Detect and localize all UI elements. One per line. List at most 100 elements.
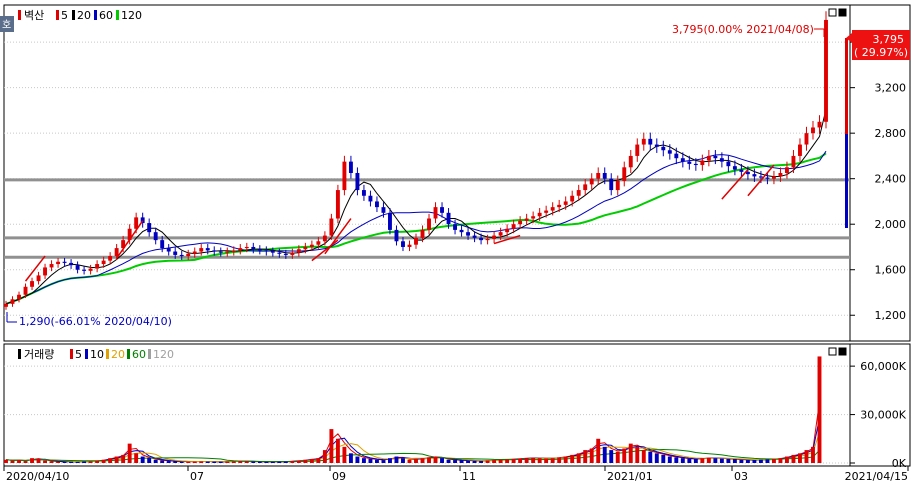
vol-legend-marker-ma120 bbox=[148, 349, 151, 359]
legend-marker-ma20 bbox=[72, 10, 75, 20]
volume-bar bbox=[361, 458, 366, 463]
volume-bar bbox=[264, 461, 269, 463]
volume-bar bbox=[69, 461, 74, 463]
candle-body bbox=[231, 250, 236, 252]
price-legend-ma60: 60 bbox=[99, 9, 113, 22]
candle-body bbox=[693, 163, 698, 166]
candle-body bbox=[570, 195, 575, 202]
volume-bar bbox=[791, 454, 796, 463]
volume-bar bbox=[153, 459, 158, 463]
volume-bar bbox=[114, 456, 119, 463]
volume-bar bbox=[322, 450, 327, 463]
volume-bar bbox=[427, 457, 431, 463]
volume-bar bbox=[381, 460, 386, 463]
volume-bar bbox=[147, 458, 152, 463]
volume-bar bbox=[329, 429, 334, 463]
volume-bar bbox=[446, 459, 451, 463]
price-ytick-label: 2,000 bbox=[875, 218, 907, 231]
volume-bar bbox=[583, 450, 588, 463]
volume-panel: 0K 30,000K 60,000K 거래량 5 10 20 60 120 bbox=[3, 343, 911, 470]
last-price-bar-down bbox=[845, 134, 848, 228]
volume-bar bbox=[654, 453, 659, 463]
volume-bar bbox=[4, 459, 8, 463]
volume-bar bbox=[407, 459, 412, 463]
candle-body bbox=[732, 166, 737, 170]
volume-bar bbox=[693, 458, 698, 463]
volume-panel-minimize-button[interactable] bbox=[828, 347, 837, 356]
candle-body bbox=[427, 218, 431, 230]
volume-bar bbox=[739, 459, 744, 463]
volume-bar bbox=[596, 438, 601, 463]
date-tick-label: 09 bbox=[332, 470, 346, 482]
volume-bar bbox=[479, 460, 484, 463]
candle-body bbox=[440, 207, 444, 213]
candle-body bbox=[316, 241, 321, 245]
volume-bar bbox=[628, 443, 633, 463]
volume-bar bbox=[270, 461, 275, 463]
candle-body bbox=[446, 212, 451, 225]
candle-body bbox=[153, 232, 158, 241]
min-annotation: 1,290(-66.01% 2020/04/10) bbox=[19, 315, 172, 328]
candle-body bbox=[811, 127, 815, 134]
candle-body bbox=[17, 294, 21, 300]
candle-body bbox=[205, 248, 210, 251]
candle-body bbox=[173, 251, 178, 255]
candle-body bbox=[322, 235, 327, 242]
candle-body bbox=[257, 249, 262, 251]
volume-bar bbox=[10, 460, 15, 463]
candle-body bbox=[654, 144, 659, 147]
volume-bar bbox=[95, 460, 100, 463]
candle-body bbox=[355, 173, 360, 191]
candle-body bbox=[518, 220, 523, 225]
price-legend-ma5: 5 bbox=[61, 9, 68, 22]
candle-body bbox=[375, 201, 379, 208]
candle-body bbox=[505, 228, 510, 233]
candle-body bbox=[108, 256, 113, 261]
volume-panel-maximize-button[interactable] bbox=[838, 347, 847, 356]
candle-body bbox=[596, 173, 601, 179]
price-legend: 벽산 5 20 60 120 bbox=[18, 9, 142, 22]
volume-bar bbox=[420, 458, 425, 463]
vol-legend-marker-ma10 bbox=[85, 349, 88, 359]
volume-bar bbox=[563, 456, 568, 463]
volume-bar bbox=[570, 454, 575, 463]
volume-bar bbox=[537, 458, 542, 463]
candle-body bbox=[368, 195, 373, 202]
date-tick-label: 2021/04/15 bbox=[845, 470, 908, 482]
candle-body bbox=[466, 232, 471, 236]
candle-body bbox=[758, 176, 763, 178]
volume-bar bbox=[778, 458, 783, 463]
vol-legend-marker-ma5 bbox=[70, 349, 73, 359]
price-panel-maximize-button[interactable] bbox=[838, 8, 847, 17]
price-panel-minimize-button[interactable] bbox=[828, 8, 837, 17]
volume-bar bbox=[518, 458, 523, 463]
volume-bar bbox=[401, 458, 405, 463]
candle-body bbox=[244, 246, 249, 249]
volume-bar bbox=[680, 458, 685, 463]
volume-bar bbox=[752, 460, 757, 463]
volume-bar bbox=[238, 461, 243, 463]
max-annotation: 3,795(0.00% 2021/04/08) bbox=[672, 23, 814, 36]
volume-bar bbox=[609, 450, 614, 463]
corner-tab-label: 호 bbox=[2, 19, 11, 31]
candle-body bbox=[335, 190, 340, 219]
candle-body bbox=[557, 204, 562, 208]
volume-bar bbox=[355, 456, 360, 463]
price-legend-ma20: 20 bbox=[77, 9, 91, 22]
volume-ytick-label: 0K bbox=[892, 457, 907, 470]
candle-body bbox=[95, 264, 100, 269]
volume-bar bbox=[296, 460, 301, 463]
volume-bar bbox=[472, 460, 477, 463]
volume-bar bbox=[785, 456, 789, 463]
candle-body bbox=[589, 178, 594, 185]
candle-body bbox=[283, 253, 288, 255]
volume-legend-ma10: 10 bbox=[90, 348, 104, 361]
date-tick-label: 2021/01 bbox=[607, 470, 653, 482]
candle-body bbox=[628, 155, 633, 168]
candle-body bbox=[459, 229, 464, 233]
volume-bar bbox=[498, 459, 503, 463]
volume-bar bbox=[674, 457, 679, 463]
candle-body bbox=[713, 155, 718, 159]
candle-body bbox=[251, 246, 256, 250]
price-legend-ma120: 120 bbox=[121, 9, 142, 22]
